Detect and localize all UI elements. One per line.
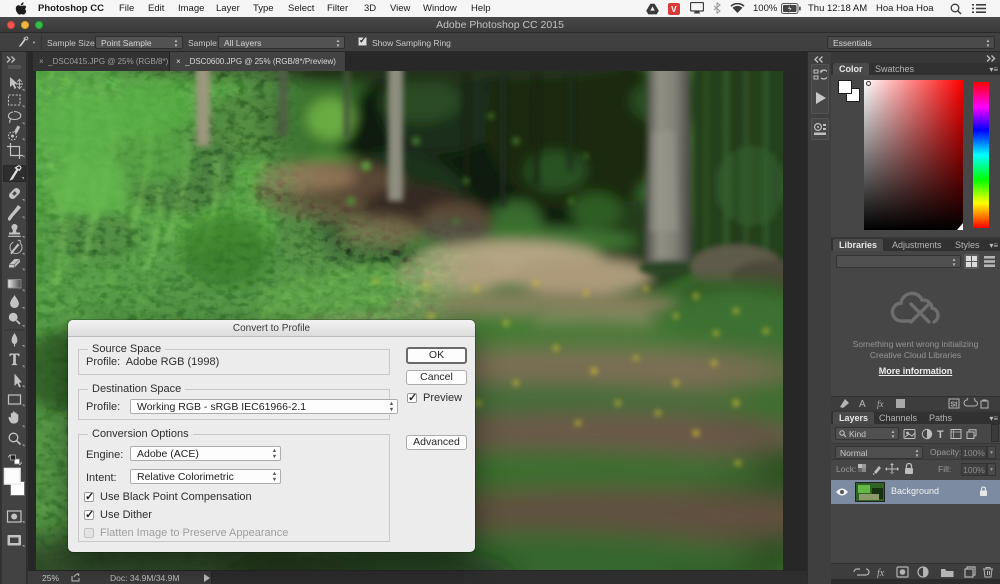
svg-text:St: St bbox=[951, 402, 959, 409]
svg-text:fx: fx bbox=[877, 399, 884, 409]
svg-text:fx: fx bbox=[877, 568, 885, 578]
svg-text:A: A bbox=[859, 399, 866, 409]
svg-text:T: T bbox=[937, 429, 944, 440]
